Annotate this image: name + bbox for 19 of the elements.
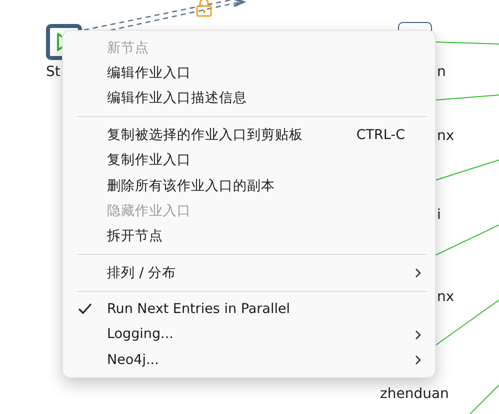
menu-item[interactable]: Neo4j...	[63, 347, 435, 373]
node-label: nx	[437, 127, 454, 146]
shortcut-label: CTRL-C	[356, 126, 405, 145]
node-label: zhenduan	[380, 385, 449, 404]
menu-item[interactable]: 编辑作业入口	[63, 60, 435, 86]
menu-item[interactable]: 删除所有该作业入口的副本	[63, 172, 435, 198]
node-label: nx	[437, 288, 454, 307]
play-icon	[57, 33, 62, 51]
node-label: n	[437, 63, 446, 82]
menu-item[interactable]: 拆开节点	[63, 224, 435, 250]
lock-icon	[196, 0, 212, 17]
menu-item[interactable]: Logging...	[63, 322, 435, 348]
menu-item[interactable]: Run Next Entries in Parallel	[63, 296, 435, 322]
menu-item[interactable]: 编辑作业入口描述信息	[63, 86, 435, 112]
menu-item[interactable]: 复制作业入口	[63, 148, 435, 173]
menu-item[interactable]: 排列 / 分布	[63, 260, 435, 286]
node-label: St	[46, 63, 60, 82]
menu-item[interactable]: 复制被选择的作业入口到剪贴板 CTRL-C	[63, 122, 435, 148]
node-label: i	[437, 206, 441, 225]
